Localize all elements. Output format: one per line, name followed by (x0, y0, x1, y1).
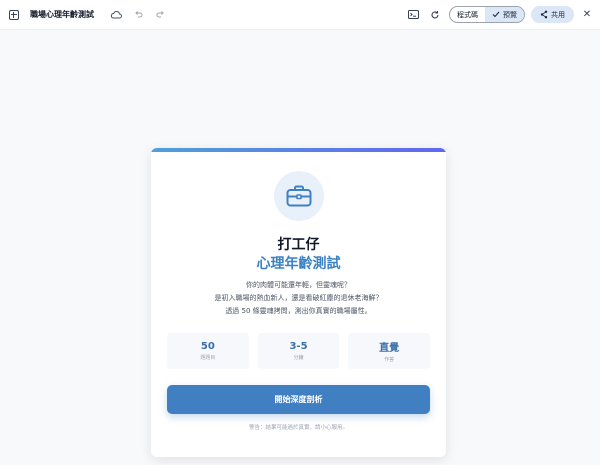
stat-value: 3-5 (289, 341, 308, 352)
stat-answer-style: 直覺 作答 (348, 333, 431, 369)
preview-tab[interactable]: 預覽 (485, 7, 524, 22)
warning-text: 警告：結果可能過於真實，請小心服用。 (248, 425, 348, 431)
card-subheadline: 心理年齡測試 (256, 256, 341, 272)
description-line: 是初入職場的熱血新人，還是看破紅塵的退休老海鮮？ (214, 294, 383, 302)
view-toggle: 程式碼 預覽 (449, 6, 525, 23)
undo-icon[interactable] (130, 7, 146, 23)
code-tab-label: 程式碼 (457, 10, 478, 19)
stats-row: 50 題題目 3-5 分鐘 直覺 作答 (167, 333, 431, 369)
preview-tab-label: 預覽 (503, 10, 517, 19)
stat-duration: 3-5 分鐘 (257, 333, 340, 369)
description-line: 你的肉體可能還年輕，但靈魂呢？ (246, 281, 351, 289)
top-bar-left: 職場心理年齡測試 (6, 7, 168, 23)
top-bar-right: 程式碼 預覽 共用 ✕ (405, 6, 594, 23)
stat-label: 作答 (384, 357, 395, 363)
top-bar: 職場心理年齡測試 程式碼 預覽 共用 ✕ (0, 0, 600, 30)
stat-value: 直覺 (379, 343, 400, 354)
share-icon (540, 10, 548, 19)
app-title: 職場心理年齡測試 (30, 10, 94, 19)
share-button[interactable]: 共用 (531, 6, 574, 23)
card-description: 你的肉體可能還年輕，但靈魂呢？ 是初入職場的熱血新人，還是看破紅塵的退休老海鮮？… (151, 279, 446, 318)
briefcase-icon-badge (274, 171, 324, 221)
close-icon[interactable]: ✕ (580, 9, 594, 20)
card-accent-bar (151, 148, 446, 152)
check-icon (492, 11, 500, 18)
code-tab[interactable]: 程式碼 (450, 7, 485, 22)
redo-icon[interactable] (152, 7, 168, 23)
stat-questions: 50 題題目 (167, 333, 249, 369)
app-grid-icon[interactable] (6, 7, 22, 23)
intro-card: 打工仔 心理年齡測試 你的肉體可能還年輕，但靈魂呢？ 是初入職場的熱血新人，還是… (151, 148, 446, 457)
briefcase-icon (286, 185, 312, 207)
share-button-label: 共用 (551, 10, 565, 19)
card-headline: 打工仔 (277, 237, 320, 253)
description-line: 透過 50 條靈魂拷問，測出你真實的職場屬性。 (225, 307, 372, 315)
stat-label: 題題目 (200, 355, 216, 361)
cloud-icon[interactable] (108, 7, 124, 23)
stat-value: 50 (200, 341, 215, 352)
refresh-icon[interactable] (427, 7, 443, 23)
terminal-icon[interactable] (405, 7, 421, 23)
stat-label: 分鐘 (293, 355, 304, 361)
start-analysis-button[interactable]: 開始深度剖析 (167, 385, 430, 414)
